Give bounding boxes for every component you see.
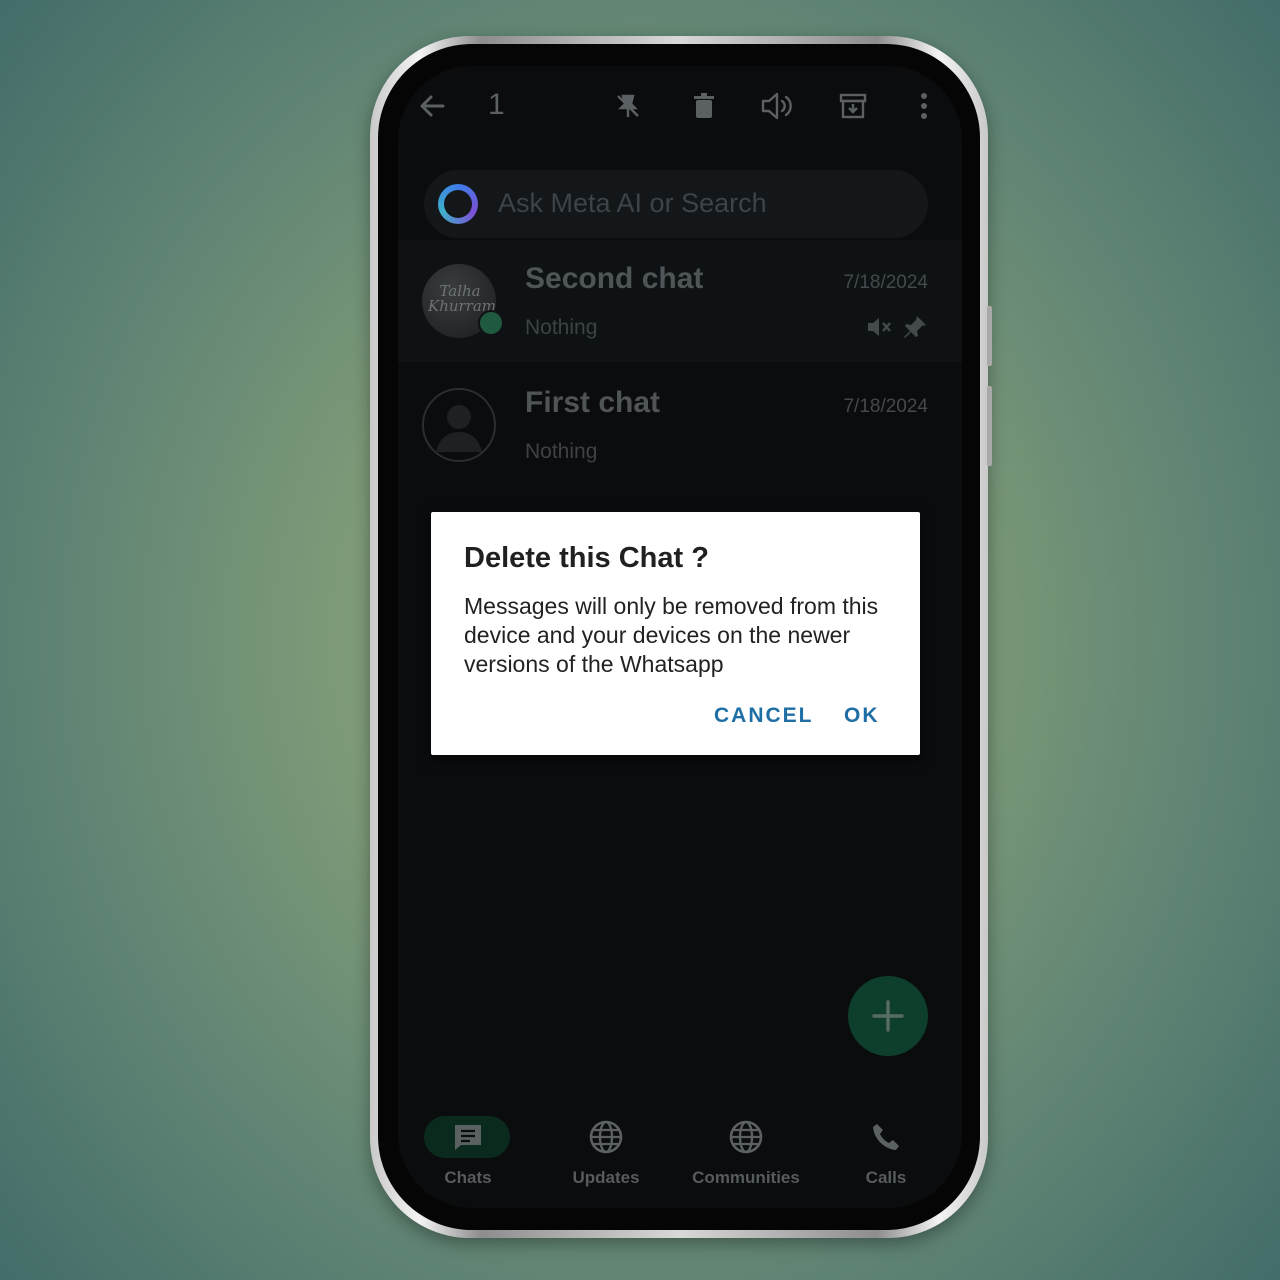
chat-date: 7/18/2024 [843, 272, 928, 293]
selected-check-icon [478, 310, 504, 336]
more-vert-icon[interactable] [906, 88, 942, 124]
plus-icon [872, 1000, 904, 1032]
search-bar[interactable]: Ask Meta AI or Search [424, 170, 928, 238]
search-placeholder: Ask Meta AI or Search [498, 188, 767, 218]
nav-communities[interactable]: Communities [676, 1106, 816, 1188]
chat-name: First chat [525, 386, 661, 419]
nav-label: Communities [692, 1168, 800, 1187]
globe-icon [536, 1106, 676, 1168]
nav-calls[interactable]: Calls [816, 1106, 956, 1188]
chat-row-second[interactable]: Talha Khurram Second chat Nothing 7/18/2… [398, 240, 962, 362]
cancel-button[interactable]: CANCEL [714, 704, 814, 728]
nav-label: Calls [865, 1168, 907, 1187]
pin-icon [902, 314, 928, 345]
ok-button[interactable]: OK [844, 704, 880, 728]
chat-row-first[interactable]: First chat Nothing 7/18/2024 [398, 364, 962, 486]
nav-label: Updates [572, 1168, 640, 1187]
nav-chats[interactable]: Chats [398, 1106, 538, 1188]
archive-icon[interactable] [835, 88, 871, 124]
bottom-navigation: Chats Updates Communities Calls [398, 1106, 962, 1208]
default-avatar-icon[interactable] [422, 388, 496, 462]
chat-preview: Nothing [525, 440, 598, 463]
delete-chat-dialog: Delete this Chat ? Messages will only be… [431, 512, 920, 755]
chat-name: Second chat [525, 262, 704, 295]
chats-icon [398, 1106, 538, 1168]
selected-count: 1 [488, 88, 505, 121]
dialog-title: Delete this Chat ? [464, 542, 709, 574]
unpin-icon[interactable] [610, 88, 646, 124]
chat-preview: Nothing [525, 316, 598, 339]
meta-ai-icon[interactable] [438, 184, 478, 224]
phone-icon [816, 1106, 956, 1168]
power-button [987, 386, 992, 466]
avatar-signature: Talha Khurram [428, 282, 496, 315]
muted-icon [866, 316, 894, 343]
unmute-icon[interactable] [760, 88, 796, 124]
delete-icon[interactable] [686, 88, 722, 124]
back-arrow-icon[interactable] [414, 88, 450, 124]
nav-label: Chats [444, 1168, 492, 1187]
globe-icon [676, 1106, 816, 1168]
nav-updates[interactable]: Updates [536, 1106, 676, 1188]
selection-toolbar: 1 [398, 66, 962, 150]
dialog-message: Messages will only be removed from this … [464, 593, 879, 677]
volume-button [987, 306, 992, 366]
chat-date: 7/18/2024 [843, 396, 928, 417]
new-chat-button[interactable] [848, 976, 928, 1056]
